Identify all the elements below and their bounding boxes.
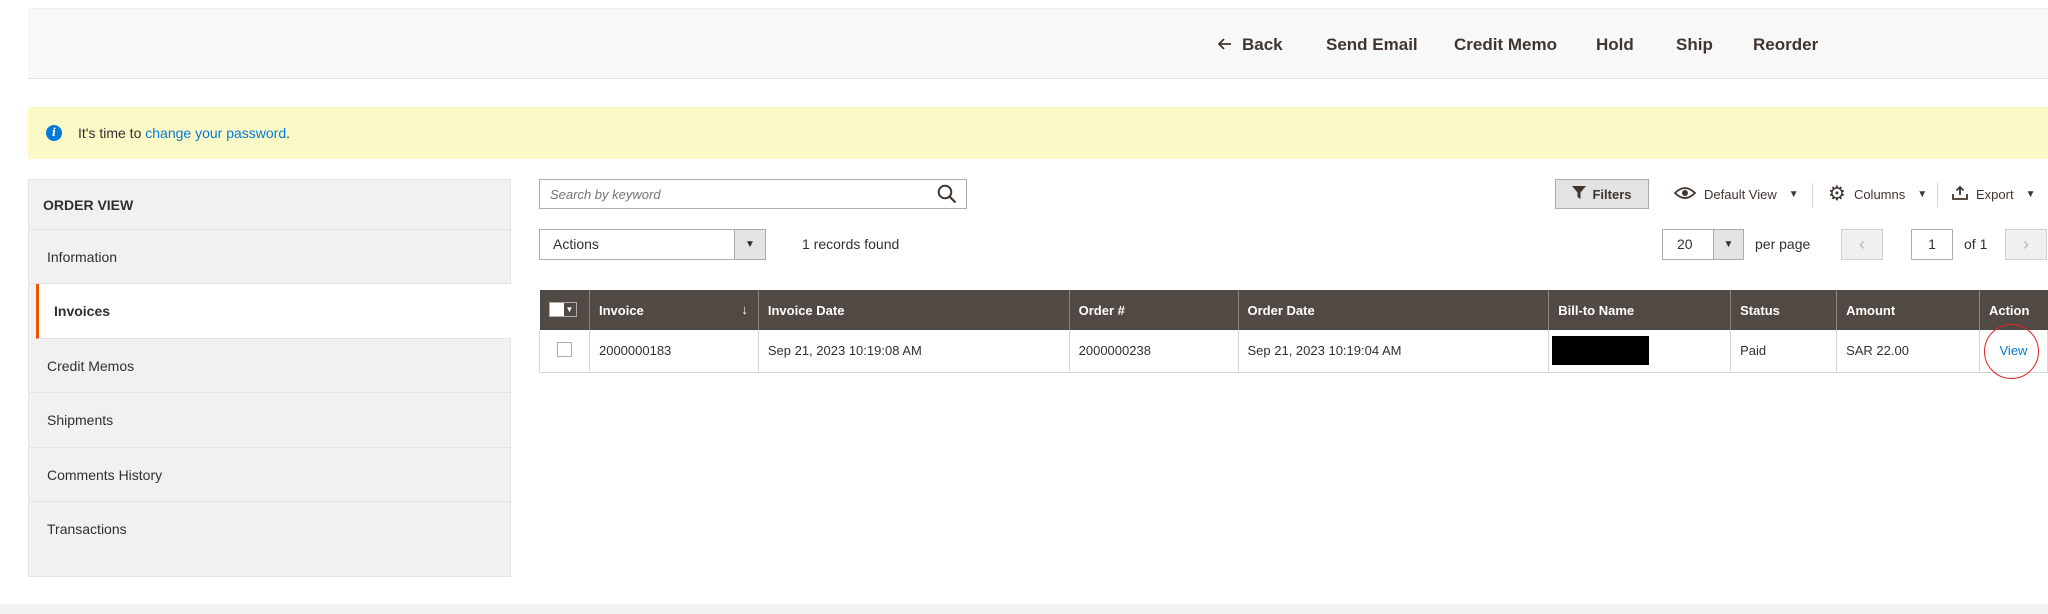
view-link[interactable]: View [2000, 343, 2028, 358]
search-icon[interactable] [928, 180, 966, 208]
chevron-down-icon: ▼ [563, 302, 576, 316]
column-header-order-number[interactable]: Order # [1068, 290, 1238, 330]
export-label: Export [1976, 186, 2014, 202]
redacted-block [1552, 336, 1650, 366]
column-header-label: Invoice [598, 302, 644, 318]
invoice-date-cell: Sep 21, 2023 10:19:08 AM [757, 330, 1070, 373]
order-number-cell: 2000000238 [1068, 330, 1239, 373]
per-page-select[interactable]: 20 ▼ [1662, 229, 1744, 260]
row-select-cell [539, 330, 590, 373]
mass-select-checkbox[interactable]: ▼ [548, 301, 577, 317]
row-checkbox[interactable] [556, 341, 572, 357]
page-actions-bar: Back Send Email Credit Memo Hold Ship Re… [28, 8, 2048, 79]
default-view-dropdown[interactable]: Default View ▼ [1673, 179, 1799, 209]
filters-label: Filters [1592, 186, 1632, 202]
footer-divider [0, 604, 2048, 614]
next-page-button[interactable]: › [2005, 229, 2047, 260]
columns-dropdown[interactable]: ⚙ Columns ▼ [1828, 179, 1927, 209]
message-prefix: It's time to [78, 125, 142, 141]
chevron-down-icon: ▼ [2025, 188, 2036, 200]
chevron-down-icon: ▼ [1713, 230, 1743, 259]
back-label: Back [1242, 35, 1283, 54]
invoices-grid: ▼ Invoice ↓ Invoice Date Order # Order D… [539, 290, 2048, 373]
sidebar-item-comments-history[interactable]: Comments History [29, 448, 510, 502]
column-header-invoice-date[interactable]: Invoice Date [757, 290, 1070, 330]
column-header-invoice[interactable]: Invoice ↓ [588, 290, 759, 330]
column-header-bill-to-name[interactable]: Bill-to Name [1548, 290, 1731, 330]
chevron-right-icon: › [2023, 234, 2029, 254]
column-header-order-date[interactable]: Order Date [1237, 290, 1549, 330]
export-dropdown[interactable]: Export ▼ [1952, 179, 2035, 209]
per-page-value: 20 [1677, 236, 1693, 252]
page-number-input[interactable]: 1 [1911, 229, 1953, 260]
chevron-down-icon: ▼ [1788, 188, 1799, 200]
records-found: 1 records found [802, 236, 900, 252]
message-suffix: . [286, 125, 291, 141]
previous-page-button[interactable]: ‹ [1841, 229, 1883, 260]
column-header-status[interactable]: Status [1730, 290, 1837, 330]
page-total: of 1 [1964, 236, 1988, 252]
sidebar-item-information[interactable]: Information [29, 230, 510, 285]
order-date-cell: Sep 21, 2023 10:19:04 AM [1237, 330, 1550, 373]
column-header-amount[interactable]: Amount [1836, 290, 1980, 330]
change-password-link[interactable]: change your password [145, 125, 286, 141]
sidebar-item-shipments[interactable]: Shipments [29, 393, 510, 448]
export-icon [1952, 185, 1968, 203]
chevron-left-icon: ‹ [1859, 234, 1865, 254]
hold-button[interactable]: Hold [1596, 9, 1634, 80]
info-icon: i [46, 125, 62, 141]
sidebar-item-credit-memos[interactable]: Credit Memos [29, 339, 510, 394]
mass-actions-select[interactable]: Actions ▼ [539, 229, 766, 260]
toolbar-divider [1937, 183, 1938, 207]
filter-icon [1572, 185, 1587, 203]
chevron-down-icon: ▼ [1917, 188, 1928, 200]
sidebar-item-invoices[interactable]: Invoices [36, 284, 511, 339]
search-box [539, 179, 967, 209]
order-view-sidebar: ORDER VIEW Information Invoices Credit M… [28, 179, 511, 577]
search-input[interactable] [540, 180, 928, 208]
eye-icon [1673, 186, 1697, 203]
sidebar-title: ORDER VIEW [29, 180, 510, 230]
default-view-label: Default View [1704, 186, 1777, 202]
credit-memo-button[interactable]: Credit Memo [1454, 9, 1557, 80]
columns-label: Columns [1853, 186, 1906, 202]
actions-label: Actions [553, 236, 599, 252]
send-email-button[interactable]: Send Email [1326, 9, 1418, 80]
invoice-cell: 2000000183 [588, 330, 759, 373]
reorder-button[interactable]: Reorder [1753, 9, 1818, 80]
status-cell: Paid [1730, 330, 1838, 373]
mass-select-header[interactable]: ▼ [539, 290, 590, 330]
arrow-down-icon: ↓ [741, 302, 748, 317]
back-button[interactable]: Back [1217, 9, 1283, 80]
per-page-label: per page [1755, 236, 1811, 252]
arrow-left-icon [1217, 9, 1232, 80]
table-row[interactable]: 2000000183 Sep 21, 2023 10:19:08 AM 2000… [539, 330, 2048, 373]
filters-button[interactable]: Filters [1555, 179, 1649, 209]
password-message: i It's time to change your password. [28, 107, 2048, 159]
sidebar-item-transactions[interactable]: Transactions [29, 502, 510, 556]
amount-cell: SAR 22.00 [1836, 330, 1980, 373]
toolbar-divider [1812, 183, 1813, 207]
chevron-down-icon: ▼ [734, 230, 765, 259]
gear-icon: ⚙ [1828, 183, 1846, 205]
bill-to-name-cell [1548, 330, 1732, 373]
ship-button[interactable]: Ship [1676, 9, 1713, 80]
